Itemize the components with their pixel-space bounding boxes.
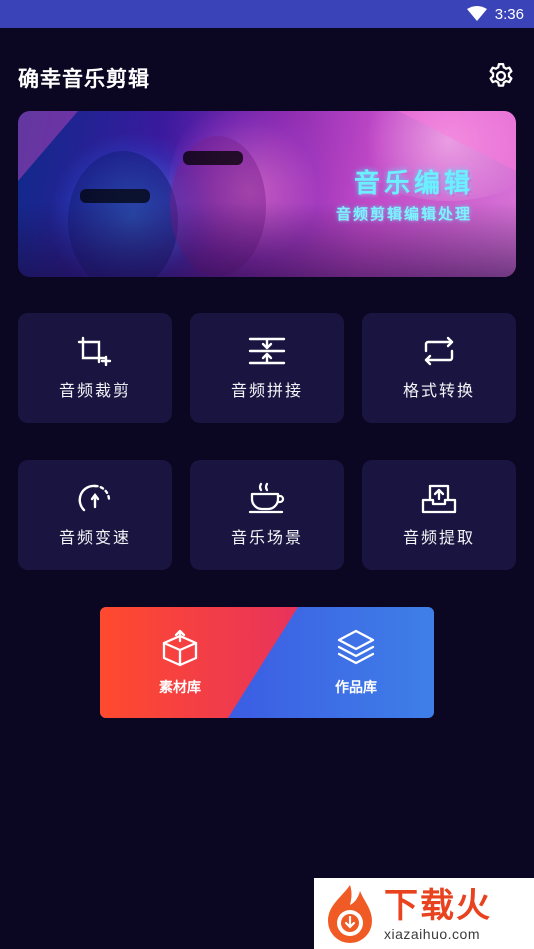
watermark-en: xiazaihuo.com [384,925,480,942]
tool-label: 格式转换 [402,381,475,400]
convert-icon [419,335,459,367]
tool-label: 音频裁剪 [58,381,131,400]
works-library-label: 作品库 [335,679,377,696]
tool-label: 音频拼接 [230,381,303,400]
status-time: 3:36 [494,5,524,23]
flame-logo-icon [322,883,378,945]
status-bar: 3:36 [0,0,534,28]
material-library-label: 素材库 [159,679,201,696]
tool-format-convert[interactable]: 格式转换 [362,313,516,423]
banner-subtitle: 音频剪辑编辑处理 [335,205,472,223]
wifi-icon [466,6,487,22]
speedometer-icon [75,482,115,514]
tool-audio-speed[interactable]: 音频变速 [18,460,172,570]
tool-music-scene[interactable]: 音乐场景 [190,460,344,570]
tool-label: 音频提取 [402,528,475,547]
coffee-cup-icon [247,482,287,514]
watermark: 下载火 xiazaihuo.com [314,878,534,949]
box-upload-icon [160,629,200,671]
app-title: 确幸音乐剪辑 [18,67,150,91]
works-library-button[interactable]: 作品库 [306,607,406,718]
library-bar: 素材库 作品库 [100,607,434,718]
material-library-button[interactable]: 素材库 [130,607,230,718]
tool-label: 音乐场景 [230,528,303,547]
tool-label: 音频变速 [58,528,131,547]
tool-row-1: 音频裁剪 音频拼接 格式转换 [18,313,516,423]
tool-row-2: 音频变速 音乐场景 音频提取 [18,460,516,570]
merge-icon [247,335,287,367]
banner-title: 音乐编辑 [353,169,474,199]
settings-button[interactable] [484,61,518,95]
tool-audio-extract[interactable]: 音频提取 [362,460,516,570]
crop-icon [75,335,115,367]
header: 确幸音乐剪辑 [0,50,534,106]
gear-icon [486,61,516,95]
tool-audio-cut[interactable]: 音频裁剪 [18,313,172,423]
layers-icon [336,629,376,671]
promo-banner[interactable]: 音乐编辑 音频剪辑编辑处理 [18,111,516,277]
tool-audio-merge[interactable]: 音频拼接 [190,313,344,423]
watermark-cn: 下载火 [384,885,492,926]
extract-icon [419,482,459,514]
